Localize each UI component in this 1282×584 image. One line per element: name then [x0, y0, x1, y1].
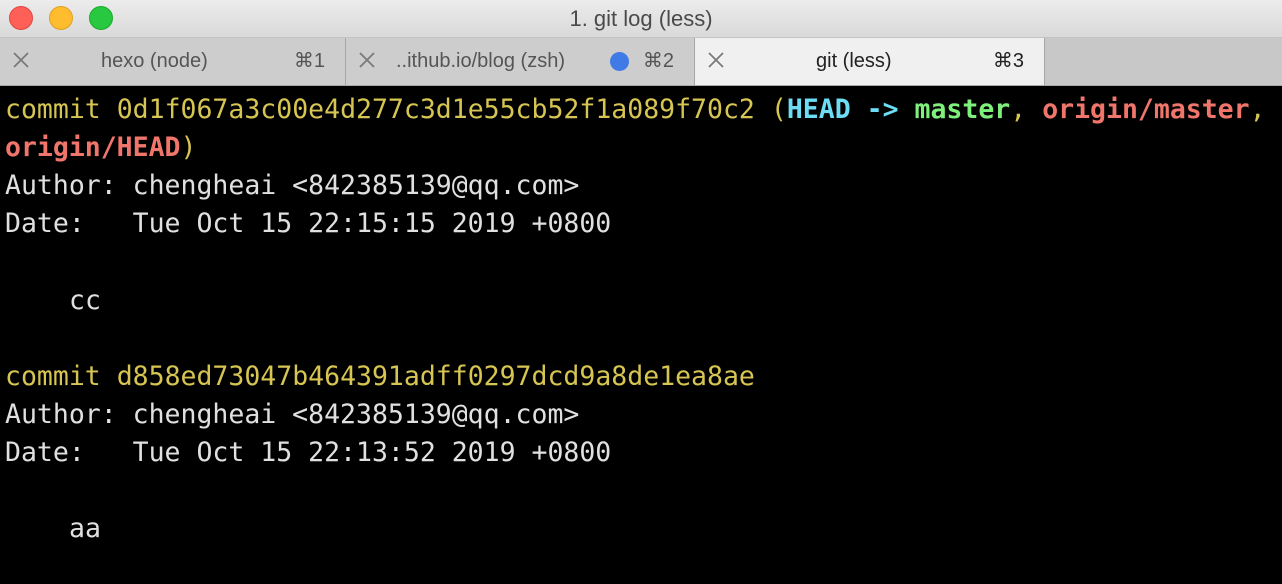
- tab-hexo-node[interactable]: hexo (node) ⌘1: [0, 38, 346, 85]
- tab-bar: hexo (node) ⌘1 ..ithub.io/blog (zsh) ⌘2 …: [0, 38, 1282, 86]
- tab-blog-zsh[interactable]: ..ithub.io/blog (zsh) ⌘2: [346, 38, 695, 85]
- close-tab-icon[interactable]: [358, 51, 376, 69]
- tab-shortcut: ⌘2: [642, 50, 674, 72]
- refs-close-paren: ): [180, 132, 197, 163]
- commit-hash: 0d1f067a3c00e4d277c3d1e55cb52f1a089f70c2: [116, 94, 755, 125]
- head-ref: HEAD: [786, 94, 851, 125]
- terminal-output[interactable]: commit 0d1f067a3c00e4d277c3d1e55cb52f1a0…: [0, 86, 1282, 584]
- tab-label: git (less): [816, 50, 892, 72]
- commit-keyword: commit: [5, 94, 101, 125]
- remote-head-ref: origin/HEAD: [5, 132, 181, 163]
- close-tab-icon[interactable]: [12, 51, 30, 69]
- tab-label: ..ithub.io/blog (zsh): [396, 50, 565, 72]
- author-line: Author: chengheai <842385139@qq.com>: [5, 170, 580, 201]
- author-line: Author: chengheai <842385139@qq.com>: [5, 399, 580, 430]
- tab-shortcut: ⌘1: [293, 50, 325, 72]
- commit-message: aa: [69, 513, 101, 544]
- tab-git-less[interactable]: git (less) ⌘3: [695, 38, 1045, 85]
- close-tab-icon[interactable]: [707, 51, 725, 69]
- commit-message: cc: [69, 285, 101, 316]
- activity-dot-icon: [610, 52, 629, 71]
- refs-separator: ,: [1010, 94, 1027, 125]
- refs-separator: ,: [1249, 94, 1266, 125]
- commit-line-wrap: origin/HEAD): [5, 129, 196, 167]
- tab-label: hexo (node): [101, 50, 208, 72]
- refs-open-paren: (: [770, 94, 787, 125]
- commit-keyword: commit: [5, 361, 101, 392]
- tab-shortcut: ⌘3: [992, 50, 1024, 72]
- commit-line: commit d858ed73047b464391adff0297dcd9a8d…: [5, 358, 755, 396]
- remote-branch-ref: origin/master: [1042, 94, 1250, 125]
- date-line: Date: Tue Oct 15 22:15:15 2019 +0800: [5, 208, 612, 239]
- commit-hash: d858ed73047b464391adff0297dcd9a8de1ea8ae: [116, 361, 755, 392]
- head-arrow: ->: [866, 94, 899, 125]
- branch-ref: master: [914, 94, 1011, 125]
- title-bar: 1. git log (less): [0, 0, 1282, 38]
- date-line: Date: Tue Oct 15 22:13:52 2019 +0800: [5, 437, 612, 468]
- commit-line: commit 0d1f067a3c00e4d277c3d1e55cb52f1a0…: [5, 91, 1266, 129]
- window-title: 1. git log (less): [569, 6, 713, 31]
